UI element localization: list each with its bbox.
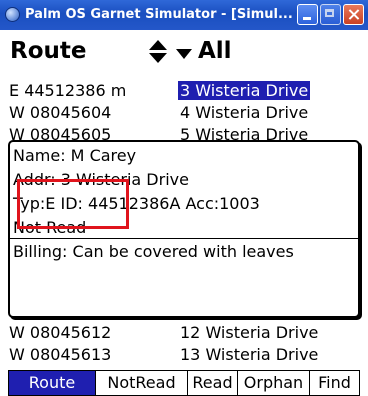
list-item[interactable]: E 44512386 m 3 Wisteria Drive [8, 80, 360, 102]
maximize-button[interactable] [320, 4, 341, 25]
meter-address: 5 Wisteria Drive [180, 125, 309, 140]
meter-address: 12 Wisteria Drive [180, 323, 319, 342]
meter-id: W 08045613 [9, 345, 112, 364]
filter-dropdown-label: All [198, 38, 232, 64]
meter-address: 3 Wisteria Drive [178, 81, 311, 100]
meter-address: 13 Wisteria Drive [180, 345, 319, 364]
meter-address: 4 Wisteria Drive [180, 103, 309, 122]
list-item[interactable]: W 08045612 12 Wisteria Drive [8, 322, 360, 344]
window-title-bar[interactable]: Palm OS Garnet Simulator - [Simul... [0, 0, 368, 30]
list-item[interactable]: W 08045613 13 Wisteria Drive [8, 344, 360, 366]
list-item[interactable]: W 08045605 5 Wisteria Drive [8, 124, 360, 140]
highlight-box [17, 179, 129, 229]
meter-details-popup[interactable]: Name: M Carey Addr: 3 Wisteria Drive Typ… [8, 140, 360, 318]
bottom-tab-bar: Route NotRead Read Orphan Find [8, 370, 360, 396]
close-button[interactable] [343, 4, 364, 25]
tab-notread[interactable]: NotRead [95, 370, 188, 396]
billing-note: Billing: Can be covered with leaves [13, 242, 294, 261]
sort-down-arrow-icon[interactable] [149, 53, 167, 63]
divider [10, 238, 358, 239]
tab-read[interactable]: Read [187, 370, 238, 396]
customer-name: Name: M Carey [13, 146, 137, 165]
meter-id: W 08045612 [9, 323, 112, 342]
palm-app-icon [5, 7, 20, 22]
tab-route[interactable]: Route [8, 370, 96, 396]
palm-screen: Route All E 44512386 m 3 Wisteria Drive … [8, 34, 360, 396]
list-item[interactable]: W 08045604 4 Wisteria Drive [8, 102, 360, 124]
minimize-button[interactable] [297, 4, 318, 25]
window-title: Palm OS Garnet Simulator - [Simul... [25, 7, 293, 22]
meter-id: E 44512386 m [9, 81, 127, 100]
screen-title: Route [10, 38, 87, 64]
dropdown-triangle-icon [176, 49, 192, 59]
tab-orphan[interactable]: Orphan [237, 370, 310, 396]
sort-updown-icon[interactable] [148, 40, 168, 64]
meter-id: W 08045605 [9, 125, 112, 140]
meter-id: W 08045604 [9, 103, 112, 122]
sort-up-arrow-icon[interactable] [149, 40, 167, 50]
tab-find[interactable]: Find [309, 370, 360, 396]
